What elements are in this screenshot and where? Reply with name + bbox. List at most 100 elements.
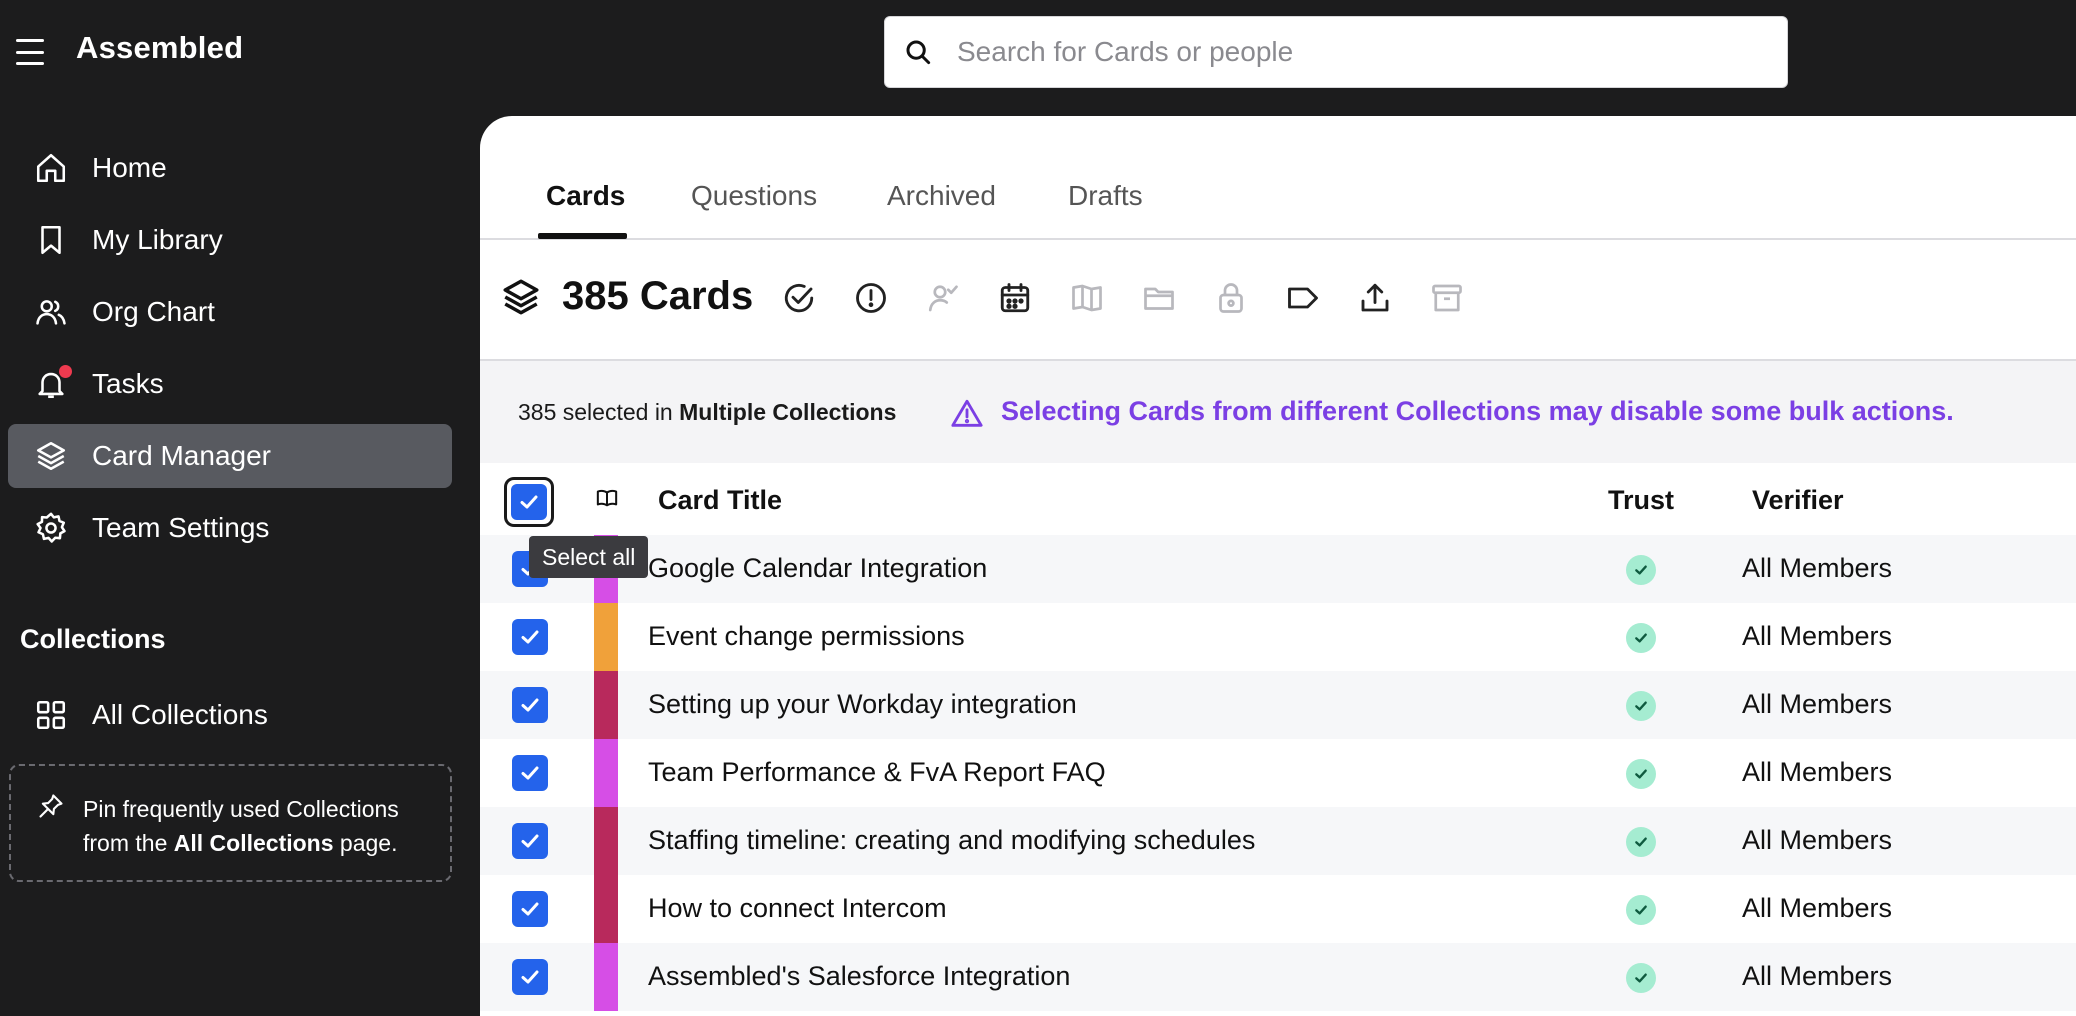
column-header-verifier[interactable]: Verifier: [1752, 485, 1844, 516]
select-all-tooltip: Select all: [529, 536, 649, 578]
trust-verified-icon: [1626, 827, 1656, 857]
column-header-trust[interactable]: Trust: [1608, 485, 1674, 516]
card-title[interactable]: Assembled's Salesforce Integration: [648, 961, 1070, 992]
warning-triangle-icon: [950, 397, 984, 431]
layers-icon: [500, 276, 542, 318]
app-title: Assembled: [76, 30, 244, 65]
open-book-icon: [596, 487, 618, 509]
search-input[interactable]: [957, 36, 1777, 68]
trust-verified-icon: [1626, 963, 1656, 993]
sidebar-item-all-collections[interactable]: All Collections: [8, 683, 452, 747]
table-row[interactable]: Team Performance & FvA Report FAQ All Mem…: [480, 739, 2076, 807]
menu-hamburger-icon[interactable]: [16, 37, 48, 65]
people-icon: [34, 295, 68, 329]
trust-verified-icon: [1626, 759, 1656, 789]
table-row[interactable]: Setting up your Workday integration All M…: [480, 671, 2076, 739]
tab-drafts[interactable]: Drafts: [1068, 180, 1143, 212]
collection-color-stripe: [594, 739, 618, 807]
tag-icon[interactable]: [1285, 280, 1321, 316]
table-row[interactable]: Event change permissions All Members: [480, 603, 2076, 671]
card-count: 385 Cards: [562, 274, 754, 318]
card-title[interactable]: Team Performance & FvA Report FAQ: [648, 757, 1106, 788]
alert-circle-icon[interactable]: [853, 280, 889, 316]
sidebar-item-label: Card Manager: [92, 440, 271, 471]
folder-icon[interactable]: [1141, 280, 1177, 316]
sidebar-item-label: Team Settings: [92, 512, 270, 543]
row-checkbox[interactable]: [512, 823, 548, 859]
card-verifier: All Members: [1742, 893, 1893, 923]
row-checkbox[interactable]: [512, 755, 548, 791]
trust-verified-icon: [1626, 691, 1656, 721]
trust-verified-icon: [1626, 895, 1656, 925]
collection-color-stripe: [594, 807, 618, 875]
grid-icon: [34, 698, 68, 732]
collection-color-stripe: [594, 603, 618, 671]
card-verifier: All Members: [1742, 757, 1893, 787]
card-verifier: All Members: [1742, 553, 1893, 583]
tab-questions[interactable]: Questions: [691, 180, 817, 212]
sidebar-item-card-manager[interactable]: Card Manager: [8, 424, 452, 488]
sidebar-item-org-chart[interactable]: Org Chart: [8, 280, 452, 344]
sidebar-item-label: Org Chart: [92, 296, 215, 327]
column-header-title[interactable]: Card Title: [658, 485, 782, 516]
bulk-action-warning: Selecting Cards from different Collectio…: [1001, 396, 1954, 426]
search-bar[interactable]: [884, 16, 1788, 88]
selection-summary: 385 selected in Multiple Collections: [518, 399, 897, 425]
row-checkbox[interactable]: [512, 891, 548, 927]
calendar-icon[interactable]: [997, 280, 1033, 316]
checkbox-checked: [511, 484, 547, 520]
card-title[interactable]: Event change permissions: [648, 621, 965, 652]
tab-cards[interactable]: Cards: [546, 180, 625, 212]
card-title[interactable]: Staffing timeline: creating and modifyin…: [648, 825, 1255, 856]
collection-color-stripe: [594, 671, 618, 739]
notification-dot: [59, 365, 72, 378]
card-title[interactable]: Google Calendar Integration: [648, 553, 987, 584]
pin-hint-text: Pin frequently used Collections from the…: [83, 796, 399, 856]
row-checkbox[interactable]: [512, 687, 548, 723]
sidebar-item-team-settings[interactable]: Team Settings: [8, 496, 452, 560]
pin-collections-hint: Pin frequently used Collections from the…: [9, 764, 452, 882]
lock-icon[interactable]: [1213, 280, 1249, 316]
home-icon: [34, 151, 68, 185]
table-header: Card Title Trust Verifier: [480, 463, 2076, 535]
assign-verifier-icon[interactable]: [925, 280, 961, 316]
tab-archived[interactable]: Archived: [887, 180, 996, 212]
collections-heading: Collections: [20, 624, 166, 654]
collection-color-stripe: [594, 943, 618, 1011]
collection-color-stripe: [594, 875, 618, 943]
table-row[interactable]: Staffing timeline: creating and modifyin…: [480, 807, 2076, 875]
card-verifier: All Members: [1742, 825, 1893, 855]
pin-icon: [37, 792, 65, 820]
card-title[interactable]: Setting up your Workday integration: [648, 689, 1077, 720]
bell-icon: [34, 365, 72, 401]
tab-bar: Cards Questions Archived Drafts: [480, 116, 2076, 240]
table-row[interactable]: Assembled's Salesforce Integration All Me…: [480, 943, 2076, 1011]
table-row[interactable]: Google Calendar Integration All Members: [480, 535, 2076, 603]
row-checkbox[interactable]: [512, 959, 548, 995]
sidebar-item-my-library[interactable]: My Library: [8, 208, 452, 272]
trust-verified-icon: [1626, 555, 1656, 585]
trust-verified-icon: [1626, 623, 1656, 653]
sidebar-item-label: All Collections: [92, 699, 268, 730]
row-checkbox[interactable]: [512, 619, 548, 655]
sidebar-item-home[interactable]: Home: [8, 136, 452, 200]
card-title[interactable]: How to connect Intercom: [648, 893, 947, 924]
card-verifier: All Members: [1742, 621, 1893, 651]
active-tab-indicator: [538, 233, 627, 239]
sidebar-item-label: Home: [92, 152, 167, 183]
sidebar-item-label: Tasks: [92, 368, 164, 399]
verify-check-icon[interactable]: [781, 280, 817, 316]
main-panel: Cards Questions Archived Drafts 385 Card…: [480, 116, 2076, 1016]
layers-icon: [34, 439, 68, 473]
open-book-icon[interactable]: [1069, 280, 1105, 316]
export-icon[interactable]: [1357, 280, 1393, 316]
archive-icon[interactable]: [1429, 280, 1465, 316]
table-row[interactable]: How to connect Intercom All Members: [480, 875, 2076, 943]
search-icon: [903, 37, 933, 67]
card-verifier: All Members: [1742, 961, 1893, 991]
select-all-checkbox[interactable]: [504, 477, 554, 527]
gear-icon: [34, 511, 68, 545]
sidebar-item-label: My Library: [92, 224, 223, 255]
bookmark-icon: [34, 223, 68, 257]
sidebar-item-tasks[interactable]: Tasks: [8, 352, 452, 416]
